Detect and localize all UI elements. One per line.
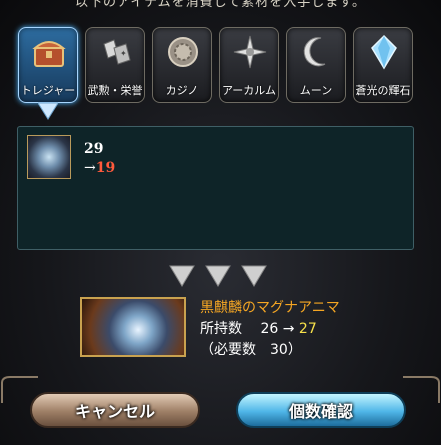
tab-casino[interactable]: カジノ (152, 27, 212, 103)
treasure-item-thumbnail (27, 135, 71, 179)
arcarum-star-icon (233, 35, 267, 69)
owned-after: 27 (298, 321, 317, 337)
tab-label: アーカルム (221, 84, 277, 97)
tab-label: トレジャー (20, 84, 76, 97)
material-required: （必要数 30） (200, 342, 302, 358)
consume-item-panel: 29 →19 (17, 126, 414, 250)
tab-label: 蒼光の輝石 (355, 84, 411, 97)
divider-gems (169, 265, 267, 287)
after-value: 19 (95, 160, 116, 176)
tab-treasure[interactable]: トレジャー (18, 27, 78, 103)
tab-medals[interactable]: ✦ 武勲・栄誉 (85, 27, 145, 103)
material-name: 黒麒麟のマグナアニマ (200, 300, 340, 316)
material-thumbnail (80, 297, 186, 357)
tab-crystal[interactable]: 蒼光の輝石 (353, 27, 413, 103)
confirm-quantity-button[interactable]: 個数確認 (236, 392, 406, 428)
owned-label: 所持数 (200, 321, 242, 337)
medals-icon: ✦ (103, 39, 131, 65)
tab-label: ムーン (299, 84, 333, 97)
tab-label: カジノ (165, 84, 199, 97)
tab-pointer-icon (38, 102, 58, 120)
frame-corner-right (403, 376, 440, 403)
casino-chip-icon (168, 37, 198, 67)
owned-before: 26 (260, 321, 279, 337)
instruction-text: 以下のアイテムを消費して素材を入手します。 (74, 0, 366, 10)
item-current-count: 29 (84, 141, 104, 157)
svg-text:✦: ✦ (120, 49, 127, 58)
material-owned-count: 所持数 26 → 27 (200, 318, 317, 338)
moon-icon (303, 37, 326, 67)
owned-arrow: → (282, 321, 295, 337)
frame-corner-left (1, 376, 38, 403)
item-after-count: →19 (84, 160, 115, 176)
crystal-icon (371, 34, 397, 70)
treasure-chest-icon (32, 41, 66, 67)
cancel-button[interactable]: キャンセル (30, 392, 200, 428)
tab-label: 武勲・栄誉 (87, 84, 143, 97)
category-tabs: トレジャー ✦ 武勲・栄誉 カジノ アーカルム ムーン 蒼光の輝石 (18, 27, 418, 107)
tab-moon[interactable]: ムーン (286, 27, 346, 103)
arrow: → (84, 160, 96, 176)
tab-arcarum[interactable]: アーカルム (219, 27, 279, 103)
